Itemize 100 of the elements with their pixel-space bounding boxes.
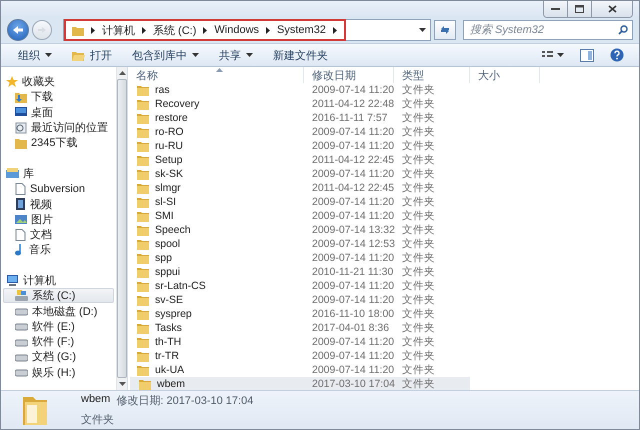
file-name: Tasks [155, 321, 182, 335]
breadcrumb[interactable]: System32 [277, 24, 326, 36]
file-row[interactable]: spool 2009-07-14 12:53 文件夹 [128, 237, 639, 251]
system-drive-icon [15, 290, 28, 302]
refresh-button[interactable] [434, 20, 456, 40]
file-row[interactable]: sl-SI 2009-07-14 11:20 文件夹 [128, 195, 639, 209]
sidebar-item[interactable]: 软件 (E:) [1, 318, 114, 334]
file-name: sl-SI [155, 195, 176, 209]
file-row[interactable]: sppui 2010-11-21 11:30 文件夹 [128, 265, 639, 279]
file-row[interactable]: Tasks 2017-04-01 8:36 文件夹 [128, 321, 639, 335]
file-row[interactable]: ras 2009-07-14 11:20 文件夹 [128, 83, 639, 97]
file-date: 2017-04-01 8:36 [311, 321, 390, 335]
file-name: sysprep [155, 307, 192, 321]
file-row[interactable]: sr-Latn-CS 2009-07-14 11:20 文件夹 [128, 279, 639, 293]
file-type: 文件夹 [401, 349, 436, 363]
sidebar-item[interactable]: 文档 [1, 226, 114, 242]
sidebar-item[interactable]: 软件 (F:) [1, 334, 114, 350]
file-date: 2009-07-14 11:20 [311, 279, 394, 293]
file-type: 文件夹 [401, 195, 436, 209]
sidebar-item[interactable]: 下载 [1, 89, 114, 105]
file-row[interactable]: Recovery 2011-04-12 22:48 文件夹 [128, 97, 639, 111]
file-row[interactable]: tr-TR 2009-07-14 11:20 文件夹 [128, 349, 639, 363]
toolbar-button[interactable]: 组织 [9, 45, 61, 65]
folder-icon [137, 196, 150, 208]
file-row[interactable]: spp 2009-07-14 11:20 文件夹 [128, 251, 639, 265]
file-row[interactable]: Speech 2009-07-14 13:32 文件夹 [128, 223, 639, 237]
file-name: wbem [157, 377, 186, 391]
file-name: spool [155, 237, 180, 251]
file-date: 2009-07-14 12:53 [311, 237, 394, 251]
sidebar-item[interactable]: 音乐 [1, 242, 114, 258]
breadcrumb[interactable]: Windows [214, 24, 260, 36]
file-row[interactable]: th-TH 2009-07-14 11:20 文件夹 [128, 335, 639, 349]
file-date: 2016-11-10 18:00 [311, 307, 394, 321]
column-header[interactable]: 大小 [470, 67, 540, 83]
chevron-icon [265, 26, 272, 34]
sort-arrow-icon [216, 68, 222, 72]
sidebar-item[interactable]: 娱乐 (H:) [1, 364, 114, 380]
file-row[interactable]: wbem 2017-03-10 17:04 文件夹 [130, 377, 470, 391]
file-name: th-TH [155, 335, 182, 349]
file-row[interactable]: sk-SK 2009-07-14 11:20 文件夹 [128, 167, 639, 181]
sidebar-item[interactable]: 库 [1, 166, 114, 182]
column-header[interactable]: 修改日期 [304, 67, 394, 83]
file-name: restore [155, 111, 188, 125]
toolbar-button[interactable]: 新建文件夹 [264, 45, 337, 65]
scrollbar[interactable] [116, 67, 127, 390]
maximize-button[interactable] [568, 1, 592, 17]
sidebar-item[interactable]: 桌面 [1, 104, 114, 120]
sidebar-item[interactable]: 图片 [1, 212, 114, 227]
folder-icon [137, 140, 150, 152]
file-date: 2009-07-14 11:20 [311, 167, 394, 181]
sidebar-item[interactable]: 文档 (G:) [1, 349, 114, 365]
file-date: 2009-07-14 11:20 [311, 335, 394, 349]
folder-icon [139, 378, 152, 390]
sidebar-item[interactable]: 收藏夹 [1, 74, 114, 90]
minimize-icon [551, 8, 560, 10]
file-type: 文件夹 [401, 307, 436, 321]
folder-icon [137, 294, 150, 306]
sidebar-item[interactable]: 本地磁盘 (D:) [1, 303, 114, 319]
right-arrow-icon [37, 26, 47, 34]
back-button[interactable] [7, 19, 29, 41]
file-date: 2009-07-14 11:20 [311, 195, 394, 209]
file-row[interactable]: restore 2016-11-11 7:57 文件夹 [128, 111, 639, 125]
toolbar-button[interactable]: 共享 [210, 45, 262, 65]
file-row[interactable]: ru-RU 2009-07-14 11:20 文件夹 [128, 139, 639, 153]
file-row[interactable]: sv-SE 2009-07-14 11:20 文件夹 [128, 293, 639, 307]
column-header[interactable]: 名称 [128, 67, 304, 83]
refresh-icon [439, 25, 451, 35]
file-name: sv-SE [155, 293, 184, 307]
folder-icon [137, 168, 150, 180]
file-row[interactable]: Setup 2011-04-12 22:45 文件夹 [128, 153, 639, 167]
sidebar-item[interactable]: 系统 (C:) [3, 288, 114, 304]
file-row[interactable]: uk-UA 2009-07-14 11:20 文件夹 [128, 363, 639, 377]
breadcrumb[interactable]: 系统 (C:) [153, 22, 196, 38]
folder-icon [137, 154, 150, 166]
file-date: 2009-07-14 11:20 [311, 363, 394, 377]
chevron-icon [202, 26, 208, 34]
sidebar-item[interactable]: 最近访问的位置 [1, 120, 114, 136]
file-type: 文件夹 [401, 293, 436, 307]
breadcrumb[interactable]: 计算机 [102, 22, 135, 38]
file-row[interactable]: ro-RO 2009-07-14 11:20 文件夹 [128, 125, 639, 139]
sidebar-item[interactable]: Subversion [1, 181, 114, 196]
file-row[interactable]: sysprep 2016-11-10 18:00 文件夹 [128, 307, 639, 321]
file-row[interactable]: slmgr 2011-04-12 22:45 文件夹 [128, 181, 639, 195]
file-name: SMI [155, 209, 174, 223]
folder-download-icon [15, 90, 27, 103]
folder-icon [72, 50, 85, 60]
sidebar-item[interactable]: 视频 [1, 196, 114, 212]
close-button[interactable] [592, 1, 632, 17]
file-row[interactable]: SMI 2009-07-14 11:20 文件夹 [128, 209, 639, 223]
address-bar[interactable]: 计算机 系统 (C:) Windows System32 [63, 19, 431, 41]
column-header[interactable]: 类型 [394, 67, 470, 83]
minimize-button[interactable] [544, 1, 568, 17]
sidebar-item[interactable]: 计算机 [1, 272, 114, 288]
search-field[interactable]: 搜索 System32 [463, 20, 633, 40]
scroll-thumb[interactable] [117, 79, 127, 378]
file-name: sppui [155, 265, 180, 279]
toolbar-button[interactable]: 包含到库中 [123, 45, 208, 65]
file-type: 文件夹 [401, 139, 436, 153]
sidebar-item[interactable]: 2345下载 [1, 135, 114, 150]
toolbar-button[interactable]: 打开 [63, 45, 121, 65]
